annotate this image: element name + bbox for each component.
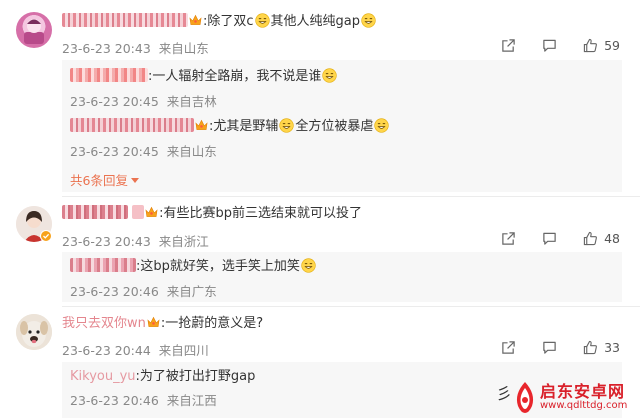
like-count: 48 (604, 231, 620, 246)
reply-body: :尤其是野辅 (209, 119, 279, 134)
reply-box: :一人辐射全路崩，我不说是谁 23-6-23 20:45 来自吉林 :尤其是野辅… (62, 60, 622, 192)
reply-time: 23-6-23 20:46 (70, 284, 159, 299)
reply-box: :这bp就好笑，选手笑上加笑 23-6-23 20:46 来自广东 (62, 252, 622, 302)
reply-location: 来自山东 (166, 144, 217, 159)
grin-emoji-icon (374, 118, 389, 133)
avatar-image (16, 314, 52, 350)
username[interactable]: 我只去双你wn (62, 316, 146, 331)
crown-badge-icon (145, 206, 158, 218)
watermark-url: www.qdlttdg.com (540, 400, 628, 411)
reply-meta: 23-6-23 20:46 来自江西 (70, 390, 217, 409)
comment-meta: 23-6-23 20:43 来自山东 (62, 38, 209, 57)
reply-time: 23-6-23 20:45 (70, 94, 159, 109)
reply-text: Kikyou_yu:为了被打出打野gap (70, 368, 255, 386)
reply-meta: 23-6-23 20:45 来自吉林 (70, 91, 217, 110)
comment-time: 23-6-23 20:43 (62, 41, 151, 56)
reply-location: 来自吉林 (166, 94, 217, 109)
blurred-username[interactable] (62, 205, 128, 219)
comment-body: :除了双c (203, 14, 254, 29)
watermark-logo-icon (516, 382, 534, 413)
avatar-image (24, 19, 44, 44)
reply-text: :尤其是野辅 全方位被暴虐 (70, 118, 390, 136)
grin-emoji-icon (301, 258, 316, 273)
blurred-username[interactable] (70, 68, 148, 82)
comment-location: 来自四川 (158, 343, 209, 358)
comment-body-cont: 其他人纯纯gap (270, 14, 361, 29)
reply-text: :这bp就好笑，选手笑上加笑 (70, 258, 317, 276)
comment-icon[interactable] (542, 231, 557, 246)
comment-time: 23-6-23 20:44 (62, 343, 151, 358)
verified-badge-icon (40, 230, 52, 242)
more-replies-link[interactable]: 共6条回复 (70, 170, 139, 189)
blurred-username[interactable] (70, 118, 194, 132)
watermark-brand: 启东安卓网 (540, 382, 626, 401)
comment-icon[interactable] (542, 38, 557, 53)
share-icon[interactable] (501, 231, 516, 246)
more-replies-label: 共6条回复 (70, 173, 128, 188)
comment-meta: 23-6-23 20:44 来自四川 (62, 340, 209, 359)
crown-badge-icon (147, 316, 160, 328)
grin-emoji-icon (361, 13, 376, 28)
avatar[interactable] (16, 314, 52, 350)
grin-emoji-icon (322, 68, 337, 83)
reply-meta: 23-6-23 20:46 来自广东 (70, 281, 217, 300)
comment-actions: 33 (475, 340, 620, 355)
grin-emoji-icon (255, 13, 270, 28)
reply-text: :一人辐射全路崩，我不说是谁 (70, 68, 338, 86)
comment-meta: 23-6-23 20:43 来自浙江 (62, 231, 209, 250)
reply-body: :这bp就好笑，选手笑上加笑 (136, 259, 300, 274)
like-icon[interactable] (583, 340, 598, 355)
grin-emoji-icon (279, 118, 294, 133)
site-watermark: 彡 启东安卓网 www.qdlttdg.com (496, 376, 640, 418)
reply-body: :为了被打出打野gap (135, 369, 256, 384)
blurred-username[interactable] (70, 258, 136, 272)
watermark-mark: 彡 (496, 384, 513, 403)
reply-location: 来自江西 (166, 393, 217, 408)
reply-body: :一人辐射全路崩，我不说是谁 (148, 69, 322, 84)
comment-body: :一抢蔚的意义是? (160, 316, 264, 331)
reply-meta: 23-6-23 20:45 来自山东 (70, 141, 217, 160)
comment-time: 23-6-23 20:43 (62, 234, 151, 249)
reply-time: 23-6-23 20:46 (70, 393, 159, 408)
reply-time: 23-6-23 20:45 (70, 144, 159, 159)
comment-actions: 59 (475, 38, 620, 53)
comment-text: 我只去双你wn :一抢蔚的意义是? (62, 315, 263, 333)
reply-location: 来自广东 (166, 284, 217, 299)
comment-actions: 48 (475, 231, 620, 246)
reply-body-cont: 全方位被暴虐 (295, 119, 374, 134)
comment-text: :有些比赛bp前三选结束就可以投了 (62, 205, 362, 223)
comment-location: 来自浙江 (158, 234, 209, 249)
blurred-username (132, 205, 145, 219)
like-count: 59 (604, 38, 620, 53)
like-icon[interactable] (583, 231, 598, 246)
divider (62, 306, 640, 307)
divider (62, 196, 640, 197)
comment-text: :除了双c 其他人纯纯gap (62, 13, 377, 31)
avatar[interactable] (16, 12, 52, 48)
crown-badge-icon (189, 14, 202, 26)
share-icon[interactable] (501, 38, 516, 53)
share-icon[interactable] (501, 340, 516, 355)
chevron-down-icon (130, 178, 139, 183)
comment-location: 来自山东 (158, 41, 209, 56)
comment-body: :有些比赛bp前三选结束就可以投了 (159, 206, 363, 221)
like-count: 33 (604, 340, 620, 355)
comment-icon[interactable] (542, 340, 557, 355)
username[interactable]: Kikyou_yu (70, 369, 136, 384)
crown-badge-icon (195, 119, 208, 131)
blurred-username[interactable] (62, 13, 188, 27)
like-icon[interactable] (583, 38, 598, 53)
